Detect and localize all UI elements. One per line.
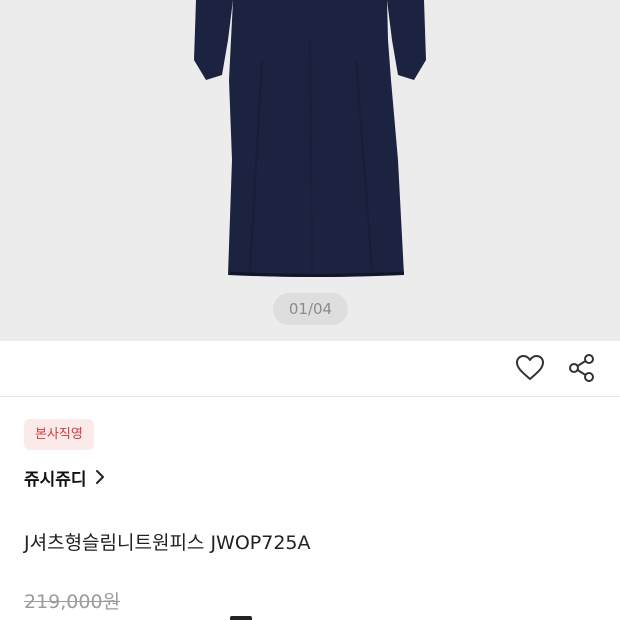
brand-name: 쥬시쥬디 xyxy=(24,469,87,490)
share-icon xyxy=(569,354,594,382)
product-image xyxy=(194,0,426,277)
heart-outline-icon xyxy=(516,355,544,380)
sale-price-cutoff xyxy=(230,612,260,620)
original-price: 219,000원 xyxy=(24,591,121,613)
product-title: J셔츠형슬림니트원피스 JWOP725A xyxy=(24,532,311,554)
official-store-badge: 본사직영 xyxy=(24,419,94,450)
product-image-gallery[interactable]: 01/04 xyxy=(0,0,620,341)
share-button[interactable] xyxy=(565,351,599,385)
product-detail-page: 01/04 본사직영 쥬시쥬디 J셔츠형슬림니트원피스 JWOP725A 219… xyxy=(0,0,620,620)
product-action-bar xyxy=(0,341,620,397)
chevron-right-icon xyxy=(95,470,104,484)
brand-link[interactable]: 쥬시쥬디 xyxy=(24,464,105,490)
like-button[interactable] xyxy=(513,351,547,385)
image-page-indicator: 01/04 xyxy=(273,293,348,325)
